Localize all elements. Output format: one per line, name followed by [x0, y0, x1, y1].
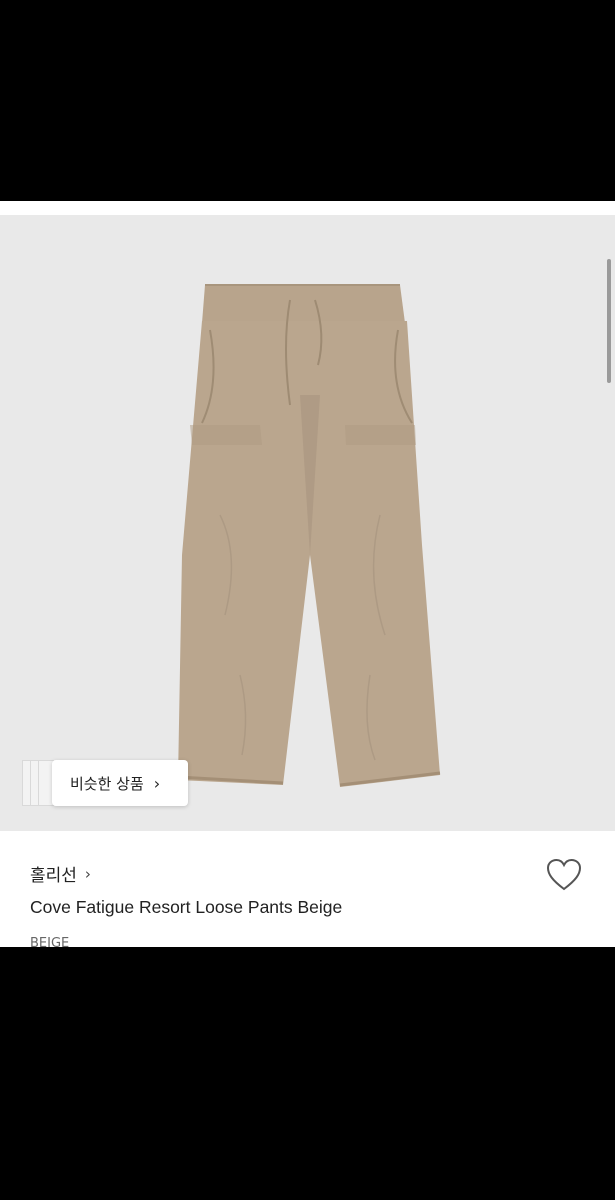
bottom-letterbox — [0, 947, 615, 1200]
brand-name: 홀리선 — [30, 866, 77, 886]
heart-icon[interactable] — [546, 858, 582, 892]
product-info: 홀리선 › Cove Fatigue Resort Loose Pants Be… — [0, 831, 615, 947]
status-strip — [0, 201, 615, 215]
product-gallery[interactable]: 비슷한 상품 › — [0, 215, 615, 831]
option-partial-text: BEIGE — [30, 936, 70, 947]
brand-link[interactable]: 홀리선 › — [30, 861, 91, 887]
chevron-right-icon: › — [84, 864, 91, 883]
product-image — [177, 284, 441, 787]
gallery-scrollbar[interactable] — [607, 259, 611, 383]
product-name: Cove Fatigue Resort Loose Pants Beige — [30, 897, 343, 917]
top-letterbox — [0, 0, 615, 201]
similar-products-button[interactable]: 비슷한 상품 › — [52, 760, 188, 806]
similar-products-label: 비슷한 상품 — [70, 774, 144, 793]
product-screen: 비슷한 상품 › 홀리선 › Cove Fatigue Resort Loose… — [0, 201, 615, 947]
chevron-right-icon: › — [153, 773, 161, 793]
